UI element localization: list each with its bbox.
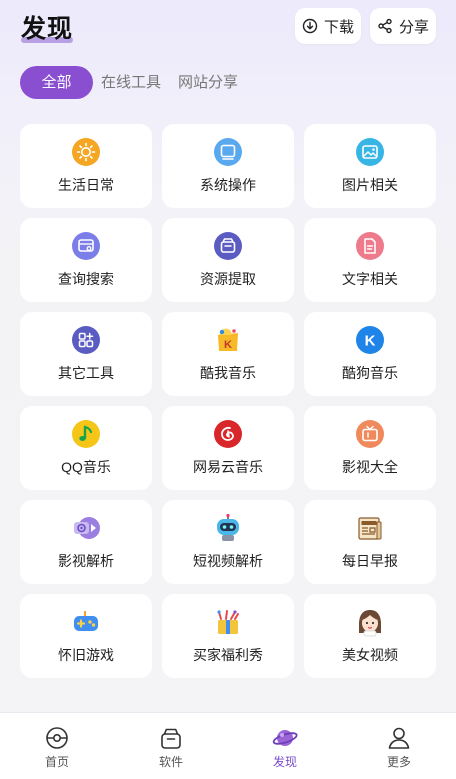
kugou-music-icon: K bbox=[355, 325, 385, 355]
girl-avatar-icon bbox=[355, 607, 385, 637]
grid-item-label: 影视解析 bbox=[58, 553, 114, 569]
grid-item-label: 酷狗音乐 bbox=[342, 365, 398, 381]
tab-all[interactable]: 全部 bbox=[20, 66, 93, 99]
grid-item-other-tools[interactable]: 其它工具 bbox=[20, 312, 152, 396]
page-title: 发现 bbox=[21, 9, 74, 47]
grid-item-label: 每日早报 bbox=[342, 553, 398, 569]
home-icon bbox=[46, 727, 68, 749]
software-icon bbox=[161, 728, 181, 749]
grid-item-label: QQ音乐 bbox=[61, 459, 111, 475]
grid-item-label: 其它工具 bbox=[58, 365, 114, 381]
grid-item-beauty-videos[interactable]: 美女视频 bbox=[304, 594, 436, 678]
grid-item-label: 生活日常 bbox=[58, 177, 114, 193]
qq-music-icon bbox=[71, 419, 101, 449]
grid-item-label: 系统操作 bbox=[200, 177, 256, 193]
grid-item-text[interactable]: 文字相关 bbox=[304, 218, 436, 302]
feature-grid: 生活日常 系统操作 图片相关 查询搜索 资源提取 文字相关 其它工具 K 酷我音… bbox=[20, 124, 436, 678]
apps-icon bbox=[71, 325, 101, 355]
kuwo-music-icon: K bbox=[213, 325, 243, 355]
grid-item-label: 怀旧游戏 bbox=[58, 647, 114, 663]
grid-item-kuwo[interactable]: K 酷我音乐 bbox=[162, 312, 294, 396]
package-icon bbox=[213, 231, 243, 261]
share-button[interactable]: 分享 bbox=[370, 8, 436, 44]
user-icon bbox=[388, 727, 410, 749]
grid-item-label: 查询搜索 bbox=[58, 271, 114, 287]
grid-item-buyer-show[interactable]: 买家福利秀 bbox=[162, 594, 294, 678]
grid-item-label: 短视频解析 bbox=[193, 553, 263, 569]
grid-item-life[interactable]: 生活日常 bbox=[20, 124, 152, 208]
download-label: 下载 bbox=[323, 18, 354, 36]
download-icon bbox=[302, 18, 318, 34]
document-icon bbox=[355, 231, 385, 261]
tabbar-label: 发现 bbox=[272, 755, 297, 769]
share-label: 分享 bbox=[398, 18, 429, 36]
tabbar-item-home[interactable]: 首页 bbox=[0, 713, 114, 779]
gamepad-icon bbox=[71, 607, 101, 637]
tabbar-item-software[interactable]: 软件 bbox=[114, 713, 228, 779]
grid-item-image[interactable]: 图片相关 bbox=[304, 124, 436, 208]
grid-item-label: 资源提取 bbox=[200, 271, 256, 287]
tabbar-label: 软件 bbox=[158, 755, 183, 769]
search-card-icon bbox=[71, 231, 101, 261]
netease-music-icon bbox=[213, 419, 243, 449]
grid-item-video-parse[interactable]: 影视解析 bbox=[20, 500, 152, 584]
robot-icon bbox=[213, 513, 243, 543]
newspaper-icon bbox=[355, 513, 385, 543]
image-icon bbox=[355, 137, 385, 167]
grid-item-label: 酷我音乐 bbox=[200, 365, 256, 381]
grid-item-label: 买家福利秀 bbox=[193, 647, 263, 663]
grid-item-kugou[interactable]: K 酷狗音乐 bbox=[304, 312, 436, 396]
download-button[interactable]: 下载 bbox=[295, 8, 361, 44]
grid-item-netease[interactable]: 网易云音乐 bbox=[162, 406, 294, 490]
grid-item-resource[interactable]: 资源提取 bbox=[162, 218, 294, 302]
svg-text:K: K bbox=[365, 333, 376, 350]
grid-item-retro-games[interactable]: 怀旧游戏 bbox=[20, 594, 152, 678]
grid-item-label: 网易云音乐 bbox=[193, 459, 263, 475]
grid-item-label: 影视大全 bbox=[342, 459, 398, 475]
tv-icon bbox=[355, 419, 385, 449]
svg-text:K: K bbox=[224, 339, 232, 351]
tabbar-item-discover[interactable]: 发现 bbox=[228, 713, 342, 779]
tabbar-label: 更多 bbox=[386, 755, 411, 769]
gift-bag-icon bbox=[213, 607, 243, 637]
tab-website-share[interactable]: 网站分享 bbox=[178, 66, 238, 99]
tabbar-item-more[interactable]: 更多 bbox=[342, 713, 456, 779]
grid-item-short-video[interactable]: 短视频解析 bbox=[162, 500, 294, 584]
monitor-icon bbox=[213, 137, 243, 167]
sun-icon bbox=[71, 137, 101, 167]
grid-item-label: 文字相关 bbox=[342, 271, 398, 287]
tabbar-label: 首页 bbox=[44, 755, 69, 769]
planet-icon bbox=[272, 730, 298, 746]
grid-item-qq-music[interactable]: QQ音乐 bbox=[20, 406, 152, 490]
bottom-tab-bar: 首页 软件 发现 更多 bbox=[0, 712, 456, 779]
grid-item-label: 美女视频 bbox=[342, 647, 398, 663]
video-parse-icon bbox=[71, 513, 101, 543]
category-tabs: 全部 在线工具 网站分享 bbox=[20, 66, 255, 99]
grid-item-movies[interactable]: 影视大全 bbox=[304, 406, 436, 490]
grid-item-label: 图片相关 bbox=[342, 177, 398, 193]
share-icon bbox=[378, 18, 392, 34]
header: 发现 下载 分享 bbox=[0, 0, 456, 56]
grid-item-daily-news[interactable]: 每日早报 bbox=[304, 500, 436, 584]
tab-online-tools[interactable]: 在线工具 bbox=[101, 66, 161, 99]
grid-item-search[interactable]: 查询搜索 bbox=[20, 218, 152, 302]
grid-item-system[interactable]: 系统操作 bbox=[162, 124, 294, 208]
